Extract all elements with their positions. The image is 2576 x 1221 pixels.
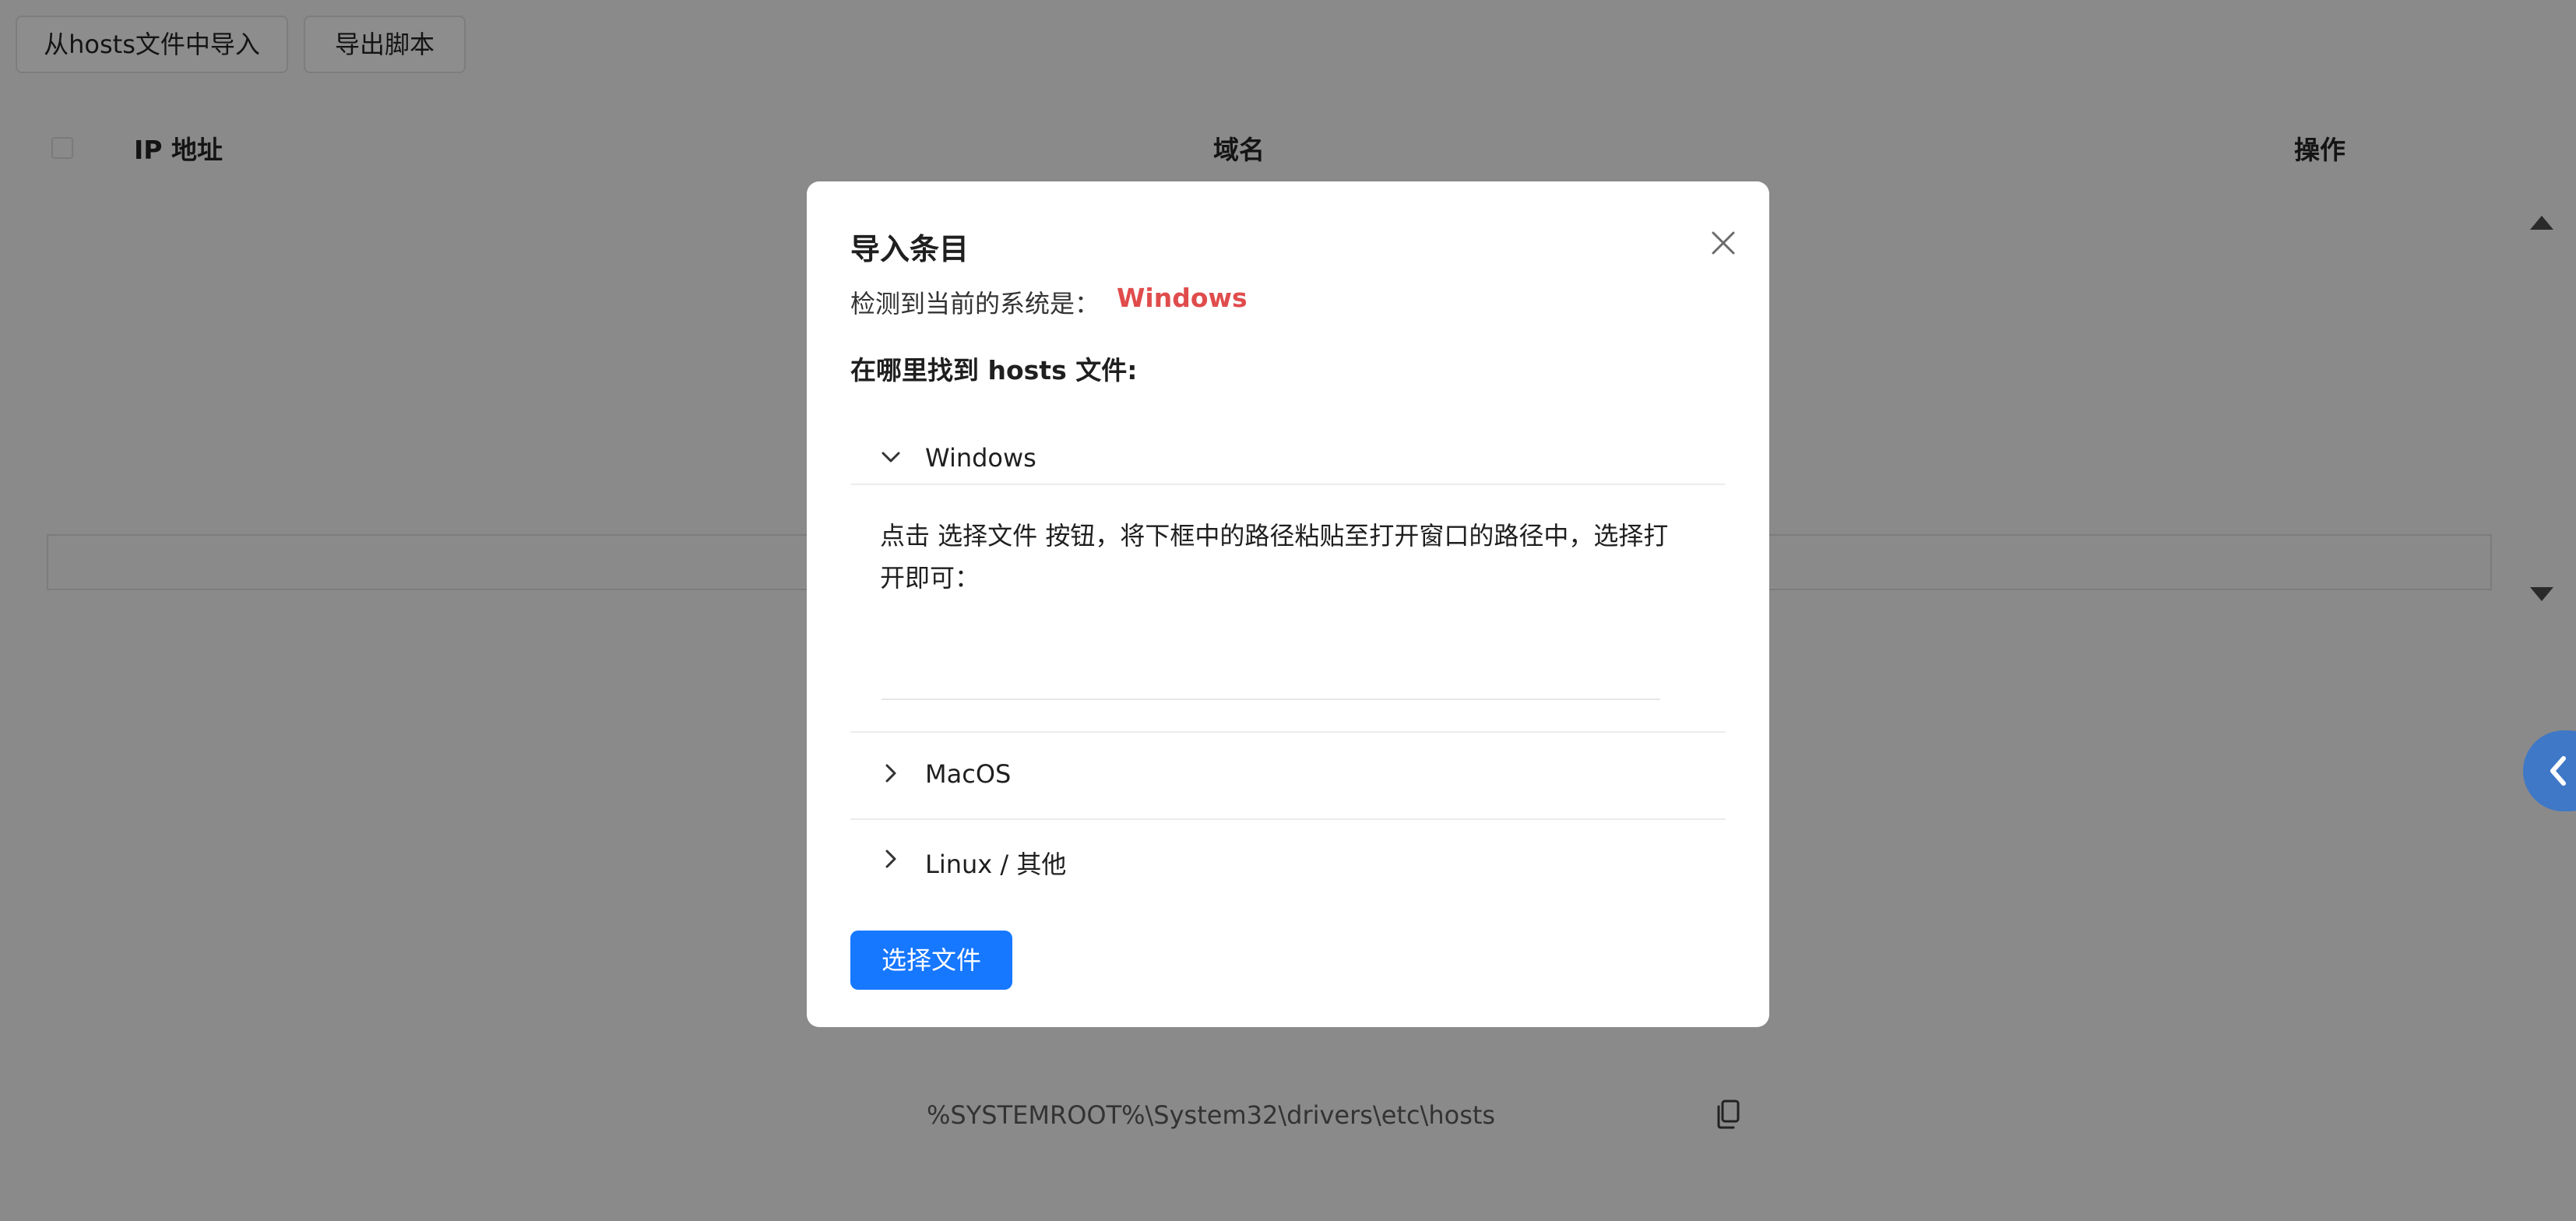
detected-system-label: 检测到当前的系统是： <box>850 289 1100 318</box>
import-from-hosts-button[interactable]: 从hosts文件中导入 <box>16 16 288 73</box>
side-panel-toggle[interactable] <box>2523 730 2576 811</box>
table-divider <box>2490 534 2492 590</box>
instruction-text: 点击 选择文件 按钮，将下框中的路径粘贴至打开窗口的路径中，选择打开即可： <box>880 521 1669 593</box>
select-file-button[interactable]: 选择文件 <box>850 931 1012 990</box>
chevron-down-icon <box>882 452 900 463</box>
export-script-button[interactable]: 导出脚本 <box>304 16 466 73</box>
collapse-header-windows[interactable]: Windows <box>850 417 1726 502</box>
chevron-right-icon <box>885 764 896 783</box>
close-button[interactable] <box>1699 219 1747 267</box>
chevron-right-icon <box>885 850 896 868</box>
collapse-header-linux[interactable]: Linux / 其他 <box>850 818 1726 904</box>
chevron-left-icon <box>2550 756 2566 786</box>
copy-path-button[interactable] <box>1707 1093 1747 1136</box>
select-all-checkbox[interactable] <box>51 137 73 159</box>
column-header-ip: IP 地址 <box>134 135 223 165</box>
close-icon <box>1712 231 1735 255</box>
collapse-label-linux: Linux / 其他 <box>925 850 1067 879</box>
table-divider <box>47 534 48 590</box>
section-divider <box>850 484 1726 485</box>
collapse-label-windows: Windows <box>925 443 1036 473</box>
scroll-up-arrow[interactable] <box>2530 216 2553 230</box>
detected-system-value: Windows <box>1117 283 1248 313</box>
path-field-container <box>882 630 1740 1138</box>
column-header-domain: 域名 <box>1213 135 1265 165</box>
scroll-down-arrow[interactable] <box>2530 587 2553 601</box>
where-hosts-label: 在哪里找到 hosts 文件: <box>850 355 1138 385</box>
import-entries-modal: 导入条目 检测到当前的系统是： Windows 在哪里找到 hosts 文件: … <box>807 181 1769 1138</box>
column-header-actions: 操作 <box>2294 135 2345 165</box>
copy-icon <box>1717 1100 1740 1129</box>
collapse-header-macos[interactable]: MacOS <box>850 733 1726 818</box>
collapse-label-macos: MacOS <box>925 759 1012 789</box>
hosts-path-field[interactable] <box>925 1093 1676 1138</box>
modal-title: 导入条目 <box>850 232 970 266</box>
